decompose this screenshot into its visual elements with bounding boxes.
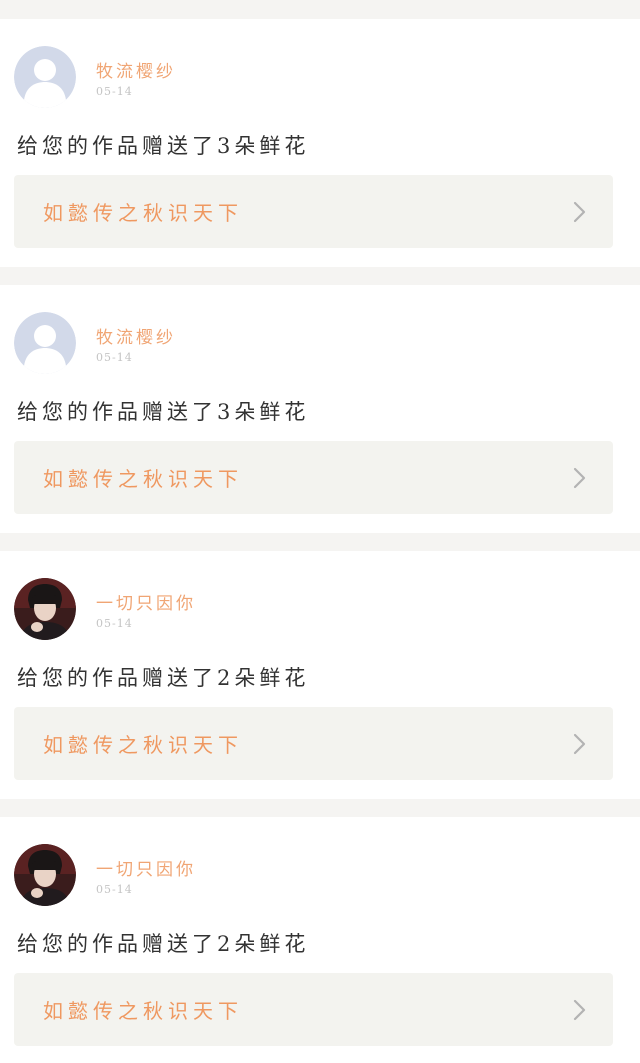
chevron-right-icon xyxy=(573,467,586,488)
default-avatar-icon[interactable] xyxy=(14,312,76,374)
username[interactable]: 一切只因你 xyxy=(96,589,196,614)
notification-card: 牧流樱纱 05-14 给您的作品赠送了3朵鲜花 如懿传之秋识天下 xyxy=(0,285,640,533)
default-avatar-icon[interactable] xyxy=(14,46,76,108)
username[interactable]: 牧流樱纱 xyxy=(96,57,176,82)
user-photo-avatar[interactable] xyxy=(14,578,76,640)
notification-card: 一切只因你 05-14 给您的作品赠送了2朵鲜花 如懿传之秋识天下 xyxy=(0,551,640,799)
username[interactable]: 牧流樱纱 xyxy=(96,323,176,348)
timestamp: 05-14 xyxy=(96,85,133,98)
timestamp: 05-14 xyxy=(96,883,133,896)
notification-feed: 牧流樱纱 05-14 给您的作品赠送了3朵鲜花 如懿传之秋识天下 牧流樱纱 05… xyxy=(0,0,640,1063)
work-link[interactable]: 如懿传之秋识天下 xyxy=(14,441,613,514)
work-title: 如懿传之秋识天下 xyxy=(43,999,243,1023)
timestamp: 05-14 xyxy=(96,617,133,630)
gift-message: 给您的作品赠送了2朵鲜花 xyxy=(17,666,310,690)
work-link[interactable]: 如懿传之秋识天下 xyxy=(14,973,613,1046)
notification-card: 牧流樱纱 05-14 给您的作品赠送了3朵鲜花 如懿传之秋识天下 xyxy=(0,19,640,267)
chevron-right-icon xyxy=(573,733,586,754)
notification-card: 一切只因你 05-14 给您的作品赠送了2朵鲜花 如懿传之秋识天下 xyxy=(0,817,640,1063)
user-photo-avatar[interactable] xyxy=(14,844,76,906)
chevron-right-icon xyxy=(573,999,586,1020)
timestamp: 05-14 xyxy=(96,351,133,364)
work-link[interactable]: 如懿传之秋识天下 xyxy=(14,175,613,248)
work-link[interactable]: 如懿传之秋识天下 xyxy=(14,707,613,780)
gift-message: 给您的作品赠送了2朵鲜花 xyxy=(17,932,310,956)
work-title: 如懿传之秋识天下 xyxy=(43,733,243,757)
gift-message: 给您的作品赠送了3朵鲜花 xyxy=(17,134,310,158)
gift-message: 给您的作品赠送了3朵鲜花 xyxy=(17,400,310,424)
work-title: 如懿传之秋识天下 xyxy=(43,467,243,491)
work-title: 如懿传之秋识天下 xyxy=(43,201,243,225)
username[interactable]: 一切只因你 xyxy=(96,855,196,880)
chevron-right-icon xyxy=(573,201,586,222)
